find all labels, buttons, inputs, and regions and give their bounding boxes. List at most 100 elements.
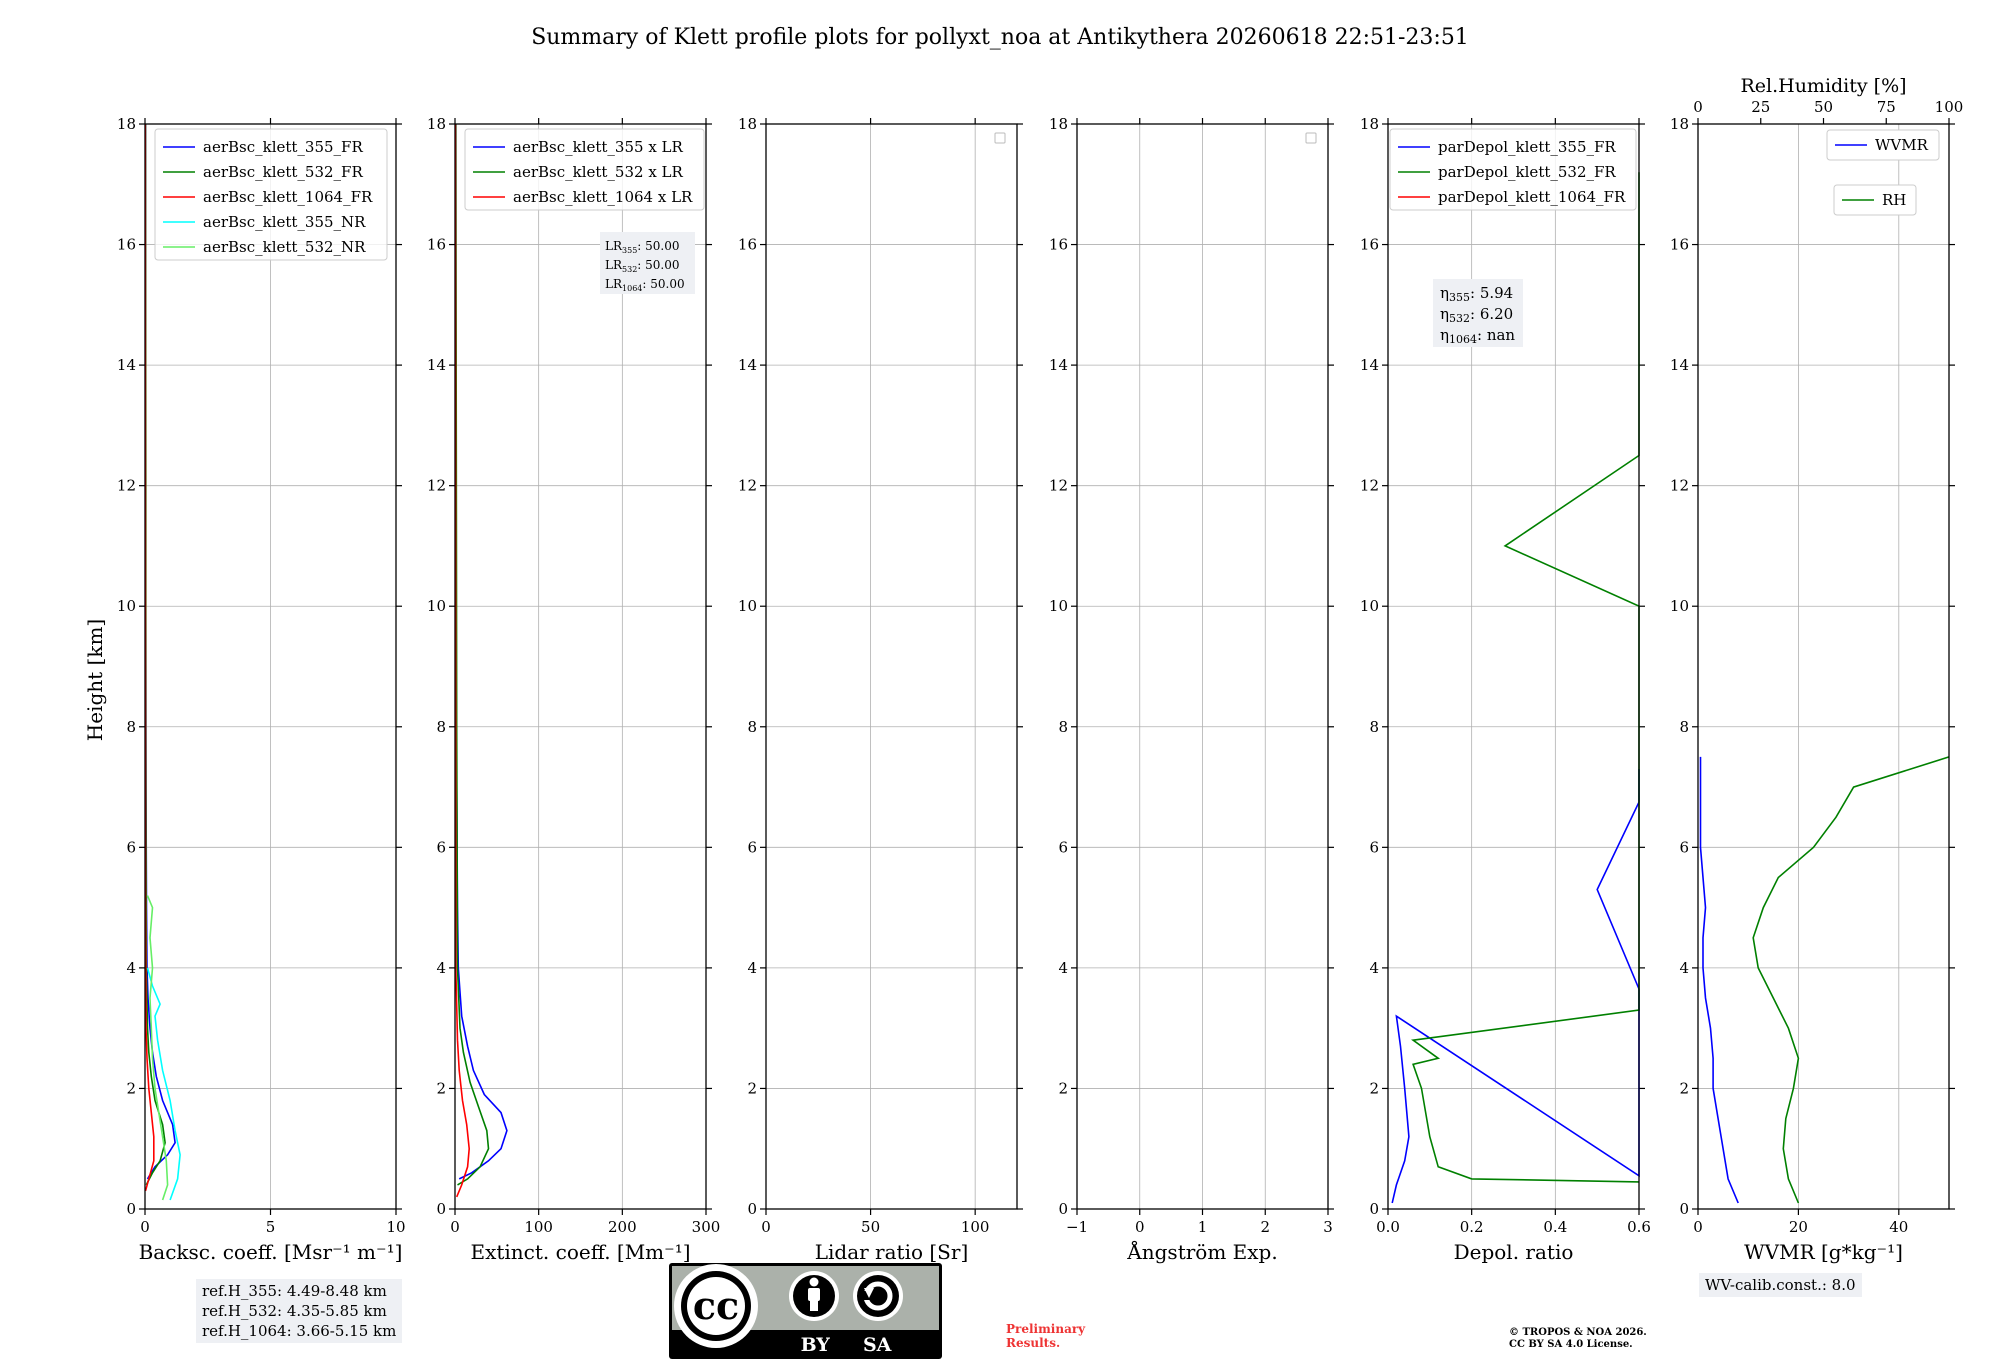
x-tick-label: 50 [861, 1218, 880, 1236]
y-tick-label: 0 [126, 1200, 136, 1218]
lr-line: LR1064: 50.00 [605, 277, 685, 293]
legend-label: aerBsc_klett_532_FR [203, 163, 363, 181]
y-tick-label: 4 [1369, 959, 1379, 977]
x-axis-label: Ångström Exp. [1126, 1239, 1277, 1264]
x-tick-label: 0.6 [1627, 1218, 1651, 1236]
x-tick-label: 40 [1889, 1218, 1908, 1236]
x-tick-label: 0.4 [1543, 1218, 1567, 1236]
copyright-line: CC BY SA 4.0 License. [1509, 1339, 1633, 1350]
ref-height-line: ref.H_1064: 3.66-5.15 km [202, 1322, 397, 1340]
series-line-parDepol_klett_355_FR [1391, 769, 1640, 1204]
x-axis-label: Lidar ratio [Sr] [815, 1240, 969, 1264]
x-tick-label: 20 [1789, 1218, 1808, 1236]
panel-extinction: 0 100 200 300 0 2 4 6 8 10 12 14 16 18 Extinct. coeff.… [427, 115, 720, 1264]
y-tick-label: 12 [1670, 477, 1689, 495]
y-tick-label: 10 [1670, 597, 1689, 615]
y-tick-label: 4 [1058, 959, 1068, 977]
rh-tick-label: 50 [1814, 98, 1833, 116]
y-tick-label: 16 [738, 236, 757, 254]
lr-line: LR355: 50.00 [605, 239, 680, 255]
rh-tick-label: 25 [1751, 98, 1770, 116]
legend: parDepol_klett_355_FR parDepol_klett_532_… [1389, 128, 1637, 211]
y-tick-label: 18 [738, 115, 757, 133]
legend-label: aerBsc_klett_1064_FR [203, 188, 373, 206]
y-tick-label: 0 [436, 1200, 446, 1218]
x-tick-label: 0.0 [1376, 1218, 1400, 1236]
y-tick-label: 2 [436, 1079, 446, 1097]
eta-annotation: η355: 5.94η532: 6.20η1064: nan [1433, 279, 1523, 347]
y-tick-label: 14 [738, 356, 757, 374]
x-tick-label: 0 [1693, 1218, 1703, 1236]
x-axis-label: WVMR [g*kg⁻¹] [1744, 1240, 1903, 1264]
rh-tick-label: 100 [1935, 98, 1964, 116]
x-tick-label: 0 [1135, 1218, 1145, 1236]
y-tick-label: 4 [126, 959, 136, 977]
rh-axis-label: Rel.Humidity [%] [1740, 75, 1906, 97]
legend-label: WVMR [1875, 136, 1929, 154]
y-tick-label: 6 [747, 838, 757, 856]
ref-height-line: ref.H_532: 4.35-5.85 km [202, 1302, 387, 1320]
y-tick-label: 6 [436, 838, 446, 856]
y-tick-label: 16 [117, 236, 136, 254]
y-tick-label: 8 [126, 718, 136, 736]
preliminary-line: Preliminary [1006, 1322, 1086, 1336]
x-tick-label: 0 [140, 1218, 150, 1236]
legend: aerBsc_klett_355_FR aerBsc_klett_532_FRae… [154, 128, 388, 261]
y-tick-label: 2 [126, 1079, 136, 1097]
series-line-aerBsc_klett_532_NR [146, 895, 169, 1201]
legend: aerBsc_klett_355 x LR aerBsc_klett_532 x … [464, 128, 705, 211]
preliminary-line: Results. [1006, 1336, 1061, 1350]
plot-frame [1697, 123, 1950, 1210]
y-tick-label: 14 [1360, 356, 1379, 374]
legend-WVMR: WVMR [1826, 129, 1940, 161]
y-tick-label: 12 [738, 477, 757, 495]
y-tick-label: 12 [427, 477, 446, 495]
ref-height-line: ref.H_355: 4.49-8.48 km [202, 1282, 387, 1300]
rh-tick-label: 75 [1877, 98, 1896, 116]
x-tick-label: 200 [608, 1218, 637, 1236]
y-tick-label: 4 [747, 959, 757, 977]
attribution-icon [789, 1271, 839, 1321]
plot-frame [765, 123, 1018, 1210]
legend-label: aerBsc_klett_532_NR [203, 238, 366, 256]
legend-RH: RH [1833, 184, 1917, 216]
y-tick-label: 2 [1369, 1079, 1379, 1097]
legend-label: aerBsc_klett_355 x LR [513, 138, 684, 156]
license-terms: BY SA [801, 1334, 892, 1356]
empty-legend-box [994, 132, 1006, 144]
y-tick-label: 14 [1049, 356, 1068, 374]
legend-label: aerBsc_klett_1064 x LR [513, 188, 693, 206]
y-tick-label: 4 [436, 959, 446, 977]
y-tick-label: 6 [126, 838, 136, 856]
series-line-aerBsc_klett_355 x LR [455, 124, 508, 1180]
empty-legend-box [1305, 132, 1317, 144]
x-tick-label: 3 [1323, 1218, 1333, 1236]
y-tick-label: 4 [1679, 959, 1689, 977]
lidar-ratio-annotation: LR355: 50.00 LR532: 50.00 LR1064: 50.00 [600, 232, 695, 294]
cc-by-sa-license-badge: cc BY SA [669, 1263, 942, 1359]
preliminary-notice: Preliminary Results. [1006, 1322, 1085, 1350]
x-tick-label: 0 [450, 1218, 460, 1236]
legend-label: RH [1882, 191, 1906, 209]
y-tick-label: 12 [117, 477, 136, 495]
cc-logo-text: cc [693, 1283, 739, 1328]
copyright-notice: © TROPOS & NOA 2026. CC BY SA 4.0 Licens… [1509, 1327, 1647, 1351]
y-tick-label: 6 [1679, 838, 1689, 856]
y-tick-label: 0 [1058, 1200, 1068, 1218]
y-tick-label: 8 [436, 718, 446, 736]
y-tick-label: 10 [1360, 597, 1379, 615]
y-tick-label: 10 [1049, 597, 1068, 615]
y-tick-label: 6 [1369, 838, 1379, 856]
y-tick-label: 2 [747, 1079, 757, 1097]
y-tick-label: 18 [427, 115, 446, 133]
legend-label: aerBsc_klett_532 x LR [513, 163, 684, 181]
y-tick-label: 18 [1049, 115, 1068, 133]
y-tick-label: 10 [427, 597, 446, 615]
figure: Summary of Klett profile plots for polly… [83, 25, 1964, 1264]
y-tick-label: 8 [1058, 718, 1068, 736]
y-tick-label: 6 [1058, 838, 1068, 856]
x-tick-label: 300 [692, 1218, 721, 1236]
legend-label: parDepol_klett_355_FR [1438, 138, 1616, 156]
x-tick-label: 1 [1198, 1218, 1208, 1236]
rh-tick-label: 0 [1693, 98, 1703, 116]
